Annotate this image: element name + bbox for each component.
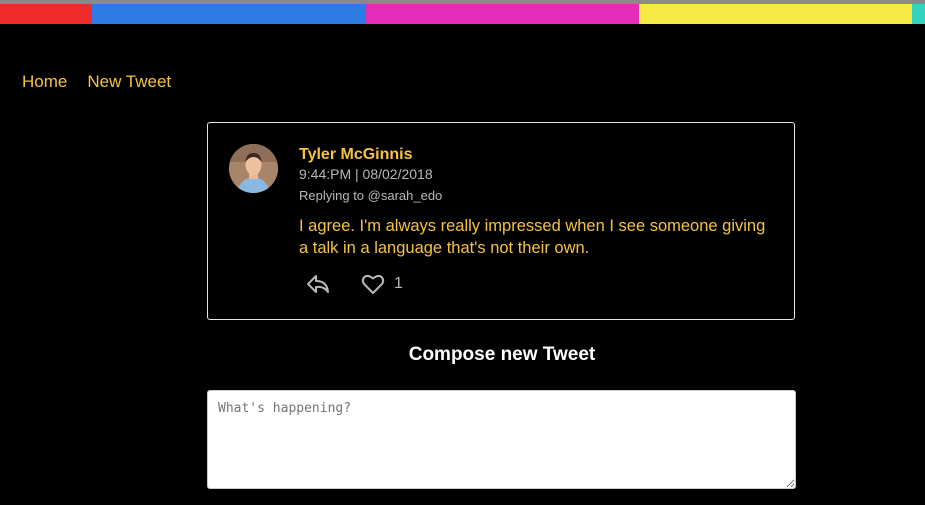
heart-outline-icon xyxy=(361,275,385,294)
color-stripe-yellow xyxy=(639,4,912,24)
main-nav: Home New Tweet xyxy=(22,72,171,92)
tweet-author: Tyler McGinnis xyxy=(299,146,413,163)
color-stripe-blue xyxy=(92,4,366,24)
reply-icon xyxy=(307,275,329,293)
tweet-card[interactable]: Tyler McGinnis 9:44:PM | 08/02/2018 Repl… xyxy=(207,122,795,320)
like-count: 1 xyxy=(394,275,403,292)
nav-new-tweet-link[interactable]: New Tweet xyxy=(87,72,171,92)
tweet-textarea[interactable] xyxy=(207,390,796,489)
avatar xyxy=(229,144,278,193)
color-stripe-teal xyxy=(912,4,925,24)
nav-home-link[interactable]: Home xyxy=(22,72,67,92)
tweet-text: I agree. I'm always really impressed whe… xyxy=(299,217,766,257)
compose-title: Compose new Tweet xyxy=(408,344,596,365)
color-stripe-pink xyxy=(366,4,639,24)
tweet-actions: 1 xyxy=(305,273,403,295)
color-stripe-red xyxy=(0,4,92,24)
replying-to: Replying to @sarah_edo xyxy=(299,188,443,203)
tweet-timestamp: 9:44:PM | 08/02/2018 xyxy=(299,166,433,182)
like-button[interactable]: 1 xyxy=(361,273,403,295)
reply-button[interactable] xyxy=(305,273,331,295)
